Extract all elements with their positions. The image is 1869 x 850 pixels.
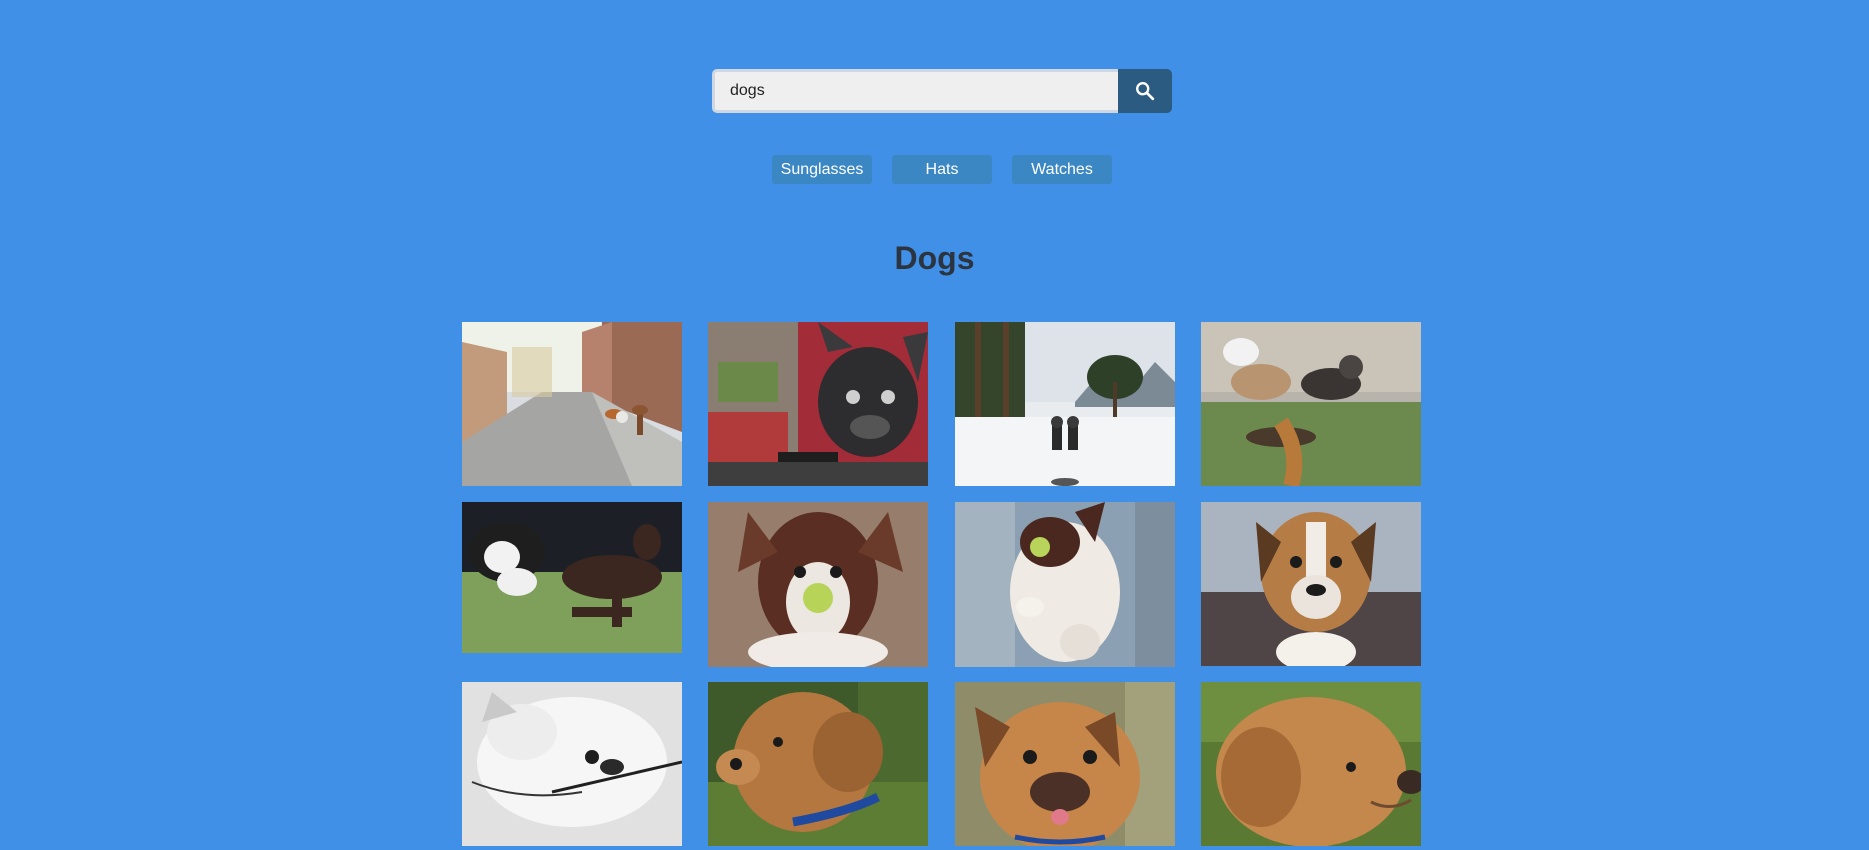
photo-boxer-mix-portrait-image (1201, 502, 1421, 666)
photo-dogs-on-cobblestone-street[interactable] (462, 322, 682, 486)
photo-dogs-playing-on-grass-image (462, 502, 682, 653)
photo-white-dog-black-and-white[interactable] (462, 682, 682, 846)
photo-puppy-profile[interactable] (1201, 682, 1421, 846)
photo-sled-dogs-snow-image (955, 322, 1175, 486)
photo-puppy-profile-image (1201, 682, 1421, 846)
photo-puppy-blue-collar[interactable] (708, 682, 928, 846)
photo-dog-with-tennis-ball-image (708, 502, 928, 667)
search-button[interactable] (1118, 69, 1172, 113)
photo-dog-with-tennis-ball[interactable] (708, 502, 928, 667)
page: Sunglasses Hats Watches Dogs (0, 0, 1869, 850)
photo-dog-jumping-tennis-ball[interactable] (955, 502, 1175, 667)
photo-dog-jumping-tennis-ball-image (955, 502, 1175, 667)
photo-white-dog-black-and-white-image (462, 682, 682, 846)
search-form (712, 69, 1172, 113)
gallery-title: Dogs (894, 240, 975, 276)
category-button-hats[interactable]: Hats (892, 155, 992, 184)
photo-dogs-playing-dog-park[interactable] (1201, 322, 1421, 486)
photo-puppy-tongue-out[interactable] (955, 682, 1175, 846)
photo-dogs-playing-on-grass[interactable] (462, 502, 682, 653)
category-button-sunglasses[interactable]: Sunglasses (772, 155, 872, 184)
category-buttons: Sunglasses Hats Watches (772, 155, 1112, 184)
photo-sled-dogs-snow[interactable] (955, 322, 1175, 486)
photo-puppy-tongue-out-image (955, 682, 1175, 846)
photo-boxer-mix-portrait[interactable] (1201, 502, 1421, 666)
search-icon (1136, 82, 1155, 101)
photo-dogs-playing-dog-park-image (1201, 322, 1421, 486)
photo-dogs-on-cobblestone-street-image (462, 322, 682, 486)
search-input[interactable] (712, 69, 1118, 113)
photo-bulldog-graffiti-image (708, 322, 928, 486)
category-button-watches[interactable]: Watches (1012, 155, 1112, 184)
photo-bulldog-graffiti[interactable] (708, 322, 928, 486)
photo-puppy-blue-collar-image (708, 682, 928, 846)
